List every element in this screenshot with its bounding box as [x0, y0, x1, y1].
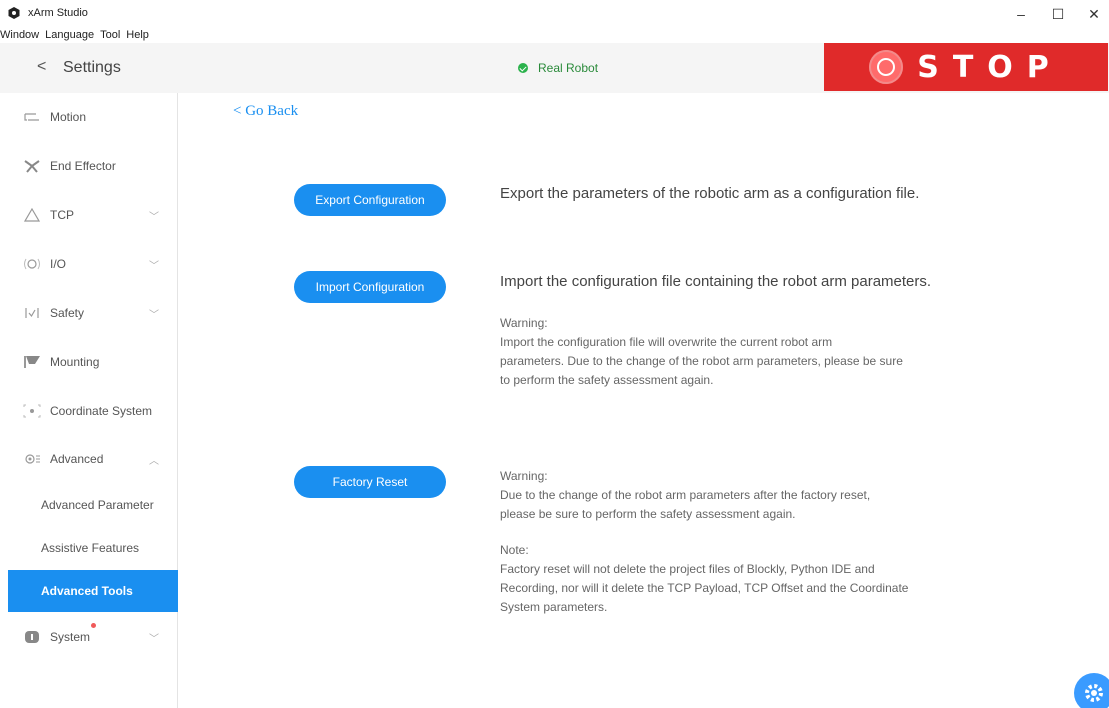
chevron-down-icon: ﹀ [149, 633, 159, 645]
menu-bar: Window Language Tool Help [0, 28, 1109, 42]
io-icon [23, 257, 41, 271]
sidebar-subitem-label: Advanced Parameter [41, 498, 154, 512]
check-circle-icon [518, 63, 528, 73]
connection-status: Real Robot [518, 61, 598, 75]
menu-tool[interactable]: Tool [97, 28, 123, 42]
factory-reset-warning: Warning: Due to the change of the robot … [500, 467, 950, 617]
tcp-icon [23, 208, 41, 222]
gear-icon [1085, 684, 1103, 702]
import-description: Import the configuration file containing… [500, 273, 932, 290]
note-title: Note: [500, 543, 529, 557]
sidebar-subitem-label: Advanced Tools [41, 584, 133, 598]
sidebar-item-coordinate-system[interactable]: Coordinate System [0, 389, 178, 433]
sidebar-item-label: End Effector [50, 159, 116, 173]
sidebar-item-io[interactable]: I/O ﹀ [0, 242, 178, 286]
mounting-icon [23, 355, 41, 369]
sidebar-item-label: TCP [50, 208, 74, 222]
notification-dot [91, 623, 96, 628]
sidebar-item-tcp[interactable]: TCP ﹀ [0, 193, 178, 237]
emergency-stop-button[interactable]: STOP [824, 43, 1108, 91]
advanced-icon [23, 452, 41, 466]
menu-window[interactable]: Window [0, 28, 42, 42]
warning-line: parameters. Due to the change of the rob… [500, 354, 903, 368]
title-bar: xArm Studio – ☐ ✕ [0, 0, 1109, 28]
status-text: Real Robot [538, 61, 599, 75]
safety-icon [23, 306, 41, 320]
sidebar-item-label: System [50, 630, 91, 644]
warning-title: Warning: [500, 469, 548, 483]
sidebar-item-safety[interactable]: Safety ﹀ [0, 291, 178, 335]
chevron-down-icon: ﹀ [149, 211, 159, 223]
chevron-down-icon: ﹀ [149, 260, 159, 272]
sidebar-item-advanced[interactable]: Advanced ︿ [0, 437, 178, 481]
warning-line: please be sure to perform the safety ass… [500, 507, 796, 521]
sidebar-subitem-advanced-tools[interactable]: Advanced Tools [8, 570, 178, 612]
minimize-button[interactable]: – [1003, 4, 1039, 24]
sidebar-item-label: Advanced [50, 452, 104, 466]
note-line: System parameters. [500, 600, 608, 614]
sidebar-item-system[interactable]: System ﹀ [0, 615, 178, 659]
import-warning: Warning: Import the configuration file w… [500, 314, 950, 390]
factory-reset-button[interactable]: Factory Reset [294, 466, 446, 498]
stop-label: STOP [917, 49, 1063, 85]
export-description: Export the parameters of the robotic arm… [500, 185, 920, 202]
sidebar-item-motion[interactable]: Motion [0, 95, 178, 139]
sidebar-subitem-advanced-parameter[interactable]: Advanced Parameter [0, 484, 178, 526]
go-back-link[interactable]: < Go Back [233, 103, 298, 120]
menu-language[interactable]: Language [42, 28, 97, 42]
export-configuration-button[interactable]: Export Configuration [294, 184, 446, 216]
note-line: Factory reset will not delete the projec… [500, 562, 875, 576]
warning-title: Warning: [500, 316, 548, 330]
sidebar-item-label: I/O [50, 257, 67, 271]
sidebar-item-end-effector[interactable]: End Effector [0, 144, 178, 188]
warning-line: Due to the change of the robot arm param… [500, 488, 871, 502]
system-icon [23, 630, 41, 644]
maximize-button[interactable]: ☐ [1040, 4, 1076, 24]
page-title: Settings [63, 59, 121, 76]
menu-help[interactable]: Help [123, 28, 152, 42]
sidebar-item-mounting[interactable]: Mounting [0, 340, 178, 384]
chevron-down-icon: ﹀ [149, 309, 159, 321]
sidebar-item-label: Coordinate System [50, 404, 153, 418]
sidebar-item-label: Mounting [50, 355, 100, 369]
app-title: xArm Studio [28, 7, 88, 19]
sidebar-item-label: Motion [50, 110, 87, 124]
coordinate-system-icon [23, 404, 41, 418]
warning-line: to perform the safety assessment again. [500, 373, 714, 387]
note-line: Recording, nor will it delete the TCP Pa… [500, 581, 909, 595]
sidebar: Motion End Effector TCP ﹀ I/O ﹀ Safety ﹀… [0, 93, 178, 708]
stop-icon [869, 50, 904, 84]
back-chevron-icon[interactable]: < [37, 58, 46, 76]
warning-line: Import the configuration file will overw… [500, 335, 833, 349]
sidebar-subitem-label: Assistive Features [41, 541, 140, 555]
sidebar-subitem-assistive-features[interactable]: Assistive Features [0, 527, 178, 569]
import-configuration-button[interactable]: Import Configuration [294, 271, 446, 303]
settings-gear-button[interactable] [1074, 673, 1109, 708]
end-effector-icon [23, 159, 41, 173]
chevron-up-icon: ︿ [149, 455, 159, 467]
close-button[interactable]: ✕ [1076, 4, 1109, 24]
motion-icon [23, 110, 41, 124]
xarm-logo-icon [8, 7, 20, 19]
sidebar-item-label: Safety [50, 306, 85, 320]
